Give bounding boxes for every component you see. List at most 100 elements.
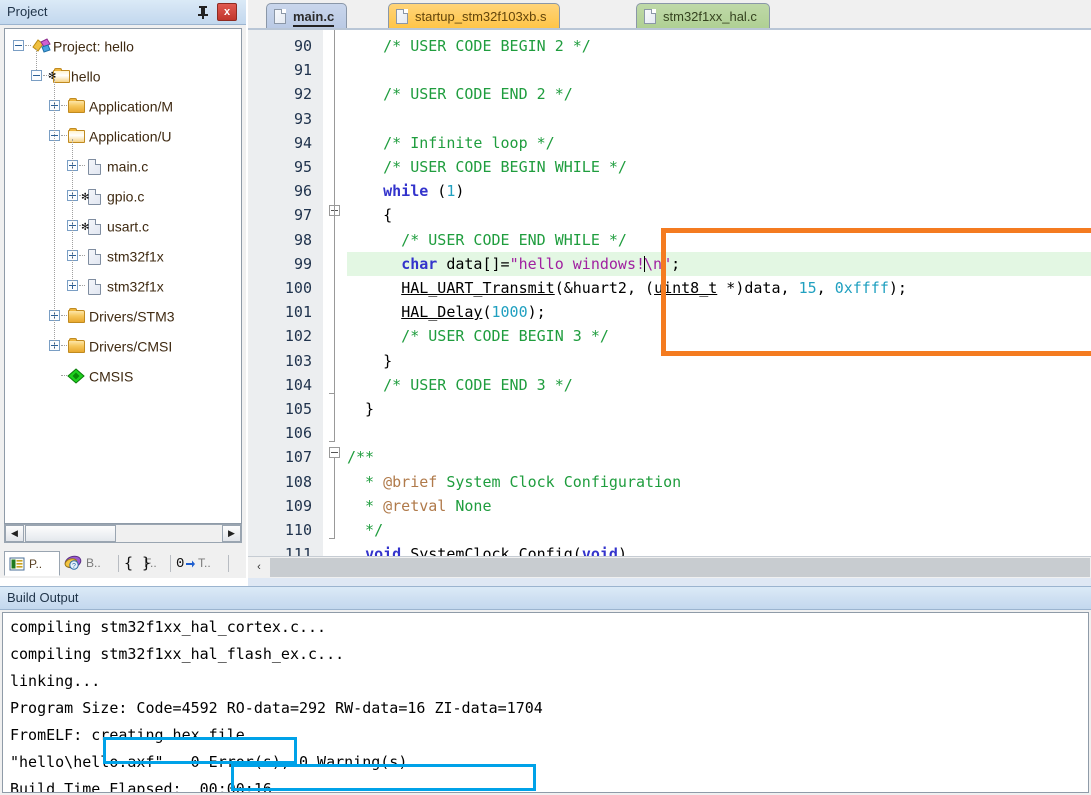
code-line: 91 [248, 58, 1091, 82]
line-number: 102 [284, 327, 312, 346]
line-number: 111 [284, 545, 312, 556]
code-line: 109 * @retval None [248, 494, 1091, 518]
code-text: while (1) [383, 182, 465, 201]
line-number: 100 [284, 279, 312, 297]
editor-scroll-left-button[interactable]: ‹ [250, 558, 268, 577]
scroll-right-button[interactable]: ▶ [222, 525, 241, 542]
tree-item-label: stm32f1x [107, 248, 164, 265]
scroll-thumb[interactable] [25, 525, 116, 542]
line-number: 101 [284, 303, 312, 322]
code-line: 104 /* USER CODE END 3 */ [248, 373, 1091, 397]
tree-expander-project-hello[interactable] [13, 40, 24, 51]
editor-hscrollbar[interactable]: ‹ [248, 556, 1091, 578]
code-text: /** [347, 448, 375, 467]
code-editor[interactable]: 90 /* USER CODE BEGIN 2 */ 91 92 /* USER C… [248, 30, 1091, 556]
sidebar-tab-books[interactable]: ? B.. [62, 551, 116, 576]
fold-marker-doc-comment[interactable] [329, 447, 340, 458]
pin-icon[interactable] [195, 4, 211, 20]
templates-tab-icon: 0 [176, 553, 196, 572]
code-text: /* USER CODE BEGIN 3 */ [347, 327, 609, 346]
tree-item-usart-c[interactable]: ✻ usart.c [81, 213, 150, 237]
tree-item-label: gpio.c [107, 188, 145, 205]
tab-startup-label: startup_stm32f103xb.s [415, 9, 547, 24]
project-panel-tabs: P.. ? B.. { } F.. 0 T.. [4, 549, 242, 577]
tab-stm32f1xx-hal-c[interactable]: stm32f1xx_hal.c [636, 3, 770, 30]
editor-tab-bar: main.c startup_stm32f103xb.s stm32f1xx_h… [248, 0, 1091, 30]
code-text: /* USER CODE BEGIN WHILE */ [347, 158, 627, 176]
code-text: } [347, 351, 393, 370]
file-icon [644, 9, 656, 24]
tree-item-project-hello[interactable]: Project: hello [31, 33, 134, 57]
tree-item-stm32f1x[interactable]: stm32f1x [85, 243, 164, 267]
cmsis-diamond-icon [67, 366, 89, 386]
tab-separator [118, 555, 119, 572]
build-output-text[interactable]: compiling stm32f1xx_hal_cortex.c... compi… [2, 612, 1089, 793]
tree-item-application-m[interactable]: Application/M [67, 93, 173, 117]
panel-bottom-strip [0, 578, 248, 586]
line-number: 92 [293, 85, 312, 104]
tab-separator-3 [228, 555, 229, 572]
line-number: 103 [284, 351, 312, 370]
build-output-title-bar: Build Output [0, 586, 1091, 610]
sidebar-tab-functions[interactable]: { } F.. [122, 551, 168, 576]
tree-item-label: usart.c [107, 218, 150, 235]
c-file-icon [85, 246, 107, 266]
line-number: 93 [293, 109, 312, 128]
tree-expander-hello[interactable] [31, 70, 42, 81]
code-line: 90 /* USER CODE BEGIN 2 */ [248, 34, 1091, 58]
line-number: 104 [284, 375, 312, 394]
line-number: 91 [293, 61, 312, 80]
project-tree[interactable]: Project: hello ✻ hello Application/M Applica… [4, 28, 242, 524]
build-output-line: FromELF: creating hex file... [10, 726, 272, 744]
tab-startup-stm32f103xb-s[interactable]: startup_stm32f103xb.s [388, 3, 560, 30]
tree-item-label: Project: hello [53, 38, 134, 55]
code-line: 101 HAL_Delay(1000); [248, 300, 1091, 324]
tree-item-stm32f1x[interactable]: stm32f1x [85, 273, 164, 297]
editor-scroll-thumb[interactable] [270, 558, 1090, 577]
code-line: 95 /* USER CODE BEGIN WHILE */ [248, 155, 1091, 179]
line-number: 94 [293, 133, 312, 152]
sidebar-tab-templates[interactable]: 0 T.. [174, 551, 224, 576]
tree-item-label: hello [71, 68, 101, 85]
folder-icon [67, 336, 89, 356]
editor-bottom-strip [248, 578, 1091, 586]
code-text: /* USER CODE END 3 */ [347, 375, 573, 394]
tree-item-cmsis[interactable]: CMSIS [67, 363, 133, 387]
code-line: 103 } [248, 349, 1091, 373]
code-text: * @retval None [347, 496, 492, 515]
code-line: 99 char data[]="hello windows!\n"; [248, 251, 1091, 276]
tree-item-drivers-stm3[interactable]: Drivers/STM3 [67, 303, 175, 327]
keil-uvision-window: Project x Project: hello ✻ hello Applicatio… [0, 0, 1091, 795]
tree-item-label: stm32f1x [107, 278, 164, 295]
books-tab-icon: ? [64, 554, 82, 572]
close-icon[interactable]: x [217, 3, 237, 21]
code-line: 102 /* USER CODE BEGIN 3 */ [248, 324, 1091, 348]
tab-main-c[interactable]: main.c [266, 3, 348, 30]
line-number: 107 [284, 448, 312, 467]
scroll-left-button[interactable]: ◀ [5, 525, 24, 542]
project-tree-hscrollbar[interactable]: ◀ ▶ [4, 524, 242, 543]
code-line: 107 /** [248, 445, 1091, 469]
line-number: 105 [284, 400, 312, 418]
tree-item-hello[interactable]: ✻ hello [48, 63, 101, 87]
tree-item-drivers-cmsi[interactable]: Drivers/CMSI [67, 333, 172, 357]
tree-guide-0 [36, 49, 38, 70]
tree-item-main-c[interactable]: main.c [85, 153, 148, 177]
tree-item-label: Application/M [89, 98, 174, 115]
line-number: 106 [284, 424, 312, 443]
build-output-title: Build Output [7, 590, 79, 605]
tree-item-label: CMSIS [89, 368, 134, 385]
tree-item-gpio-c[interactable]: ✻ gpio.c [81, 183, 145, 207]
code-text: */ [347, 521, 384, 539]
line-number: 109 [284, 496, 312, 515]
project-panel-title-bar: Project x [0, 0, 246, 25]
tree-item-application-u[interactable]: Application/U [67, 123, 172, 147]
code-text: /* USER CODE END WHILE */ [347, 230, 627, 249]
sidebar-tab-project[interactable]: P.. [4, 551, 60, 576]
c-file-compiled-icon: ✻ [81, 186, 107, 206]
line-number: 96 [293, 182, 312, 201]
line-number: 95 [293, 158, 312, 176]
build-output-line: compiling stm32f1xx_hal_cortex.c... [10, 618, 327, 636]
code-line: 93 [248, 107, 1091, 131]
editor-area: main.c startup_stm32f103xb.s stm32f1xx_h… [248, 0, 1091, 586]
